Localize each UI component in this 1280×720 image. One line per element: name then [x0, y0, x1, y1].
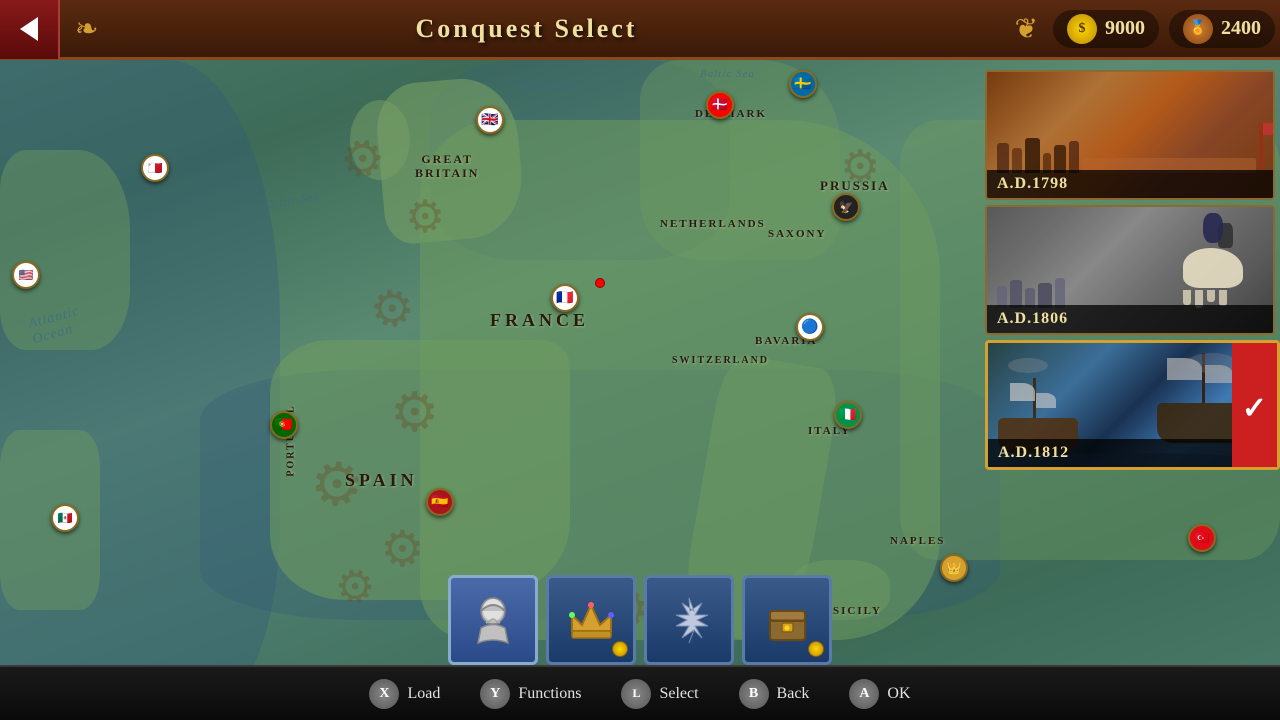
back-label: Back: [777, 685, 810, 703]
y-button[interactable]: Y: [480, 679, 510, 709]
territory-hatch-6: ⚙: [380, 520, 425, 578]
back-button[interactable]: [0, 0, 60, 59]
military-icon: [662, 593, 717, 648]
bottom-control-bar: X Load Y Functions L Select B Back A OK: [0, 665, 1280, 720]
gold-icon: $: [1067, 14, 1097, 44]
scenario-1806[interactable]: A.D.1806: [985, 205, 1275, 335]
control-select: L Select: [621, 679, 698, 709]
marker-red-dot: [595, 278, 605, 288]
military-button[interactable]: [644, 575, 734, 665]
crown-icon: [564, 593, 619, 648]
territory-hatch-2: ⚙: [405, 190, 445, 243]
medal-value: 2400: [1221, 17, 1261, 40]
territory-hatch-5: ⚙: [307, 448, 367, 522]
scenario-1798[interactable]: A.D.1798: [985, 70, 1275, 200]
scenario-1812[interactable]: A.D.1812 ✓: [985, 340, 1280, 470]
load-label: Load: [407, 685, 440, 703]
header-bar: ❧ Conquest Select ❦ $ 9000 🏅 2400: [0, 0, 1280, 60]
x-button[interactable]: X: [369, 679, 399, 709]
celtic-sea-label: Celtic Sea: [264, 190, 320, 211]
page-title: Conquest Select: [53, 14, 999, 44]
marker-denmark[interactable]: 🇩🇰: [706, 91, 734, 119]
territory-hatch-10: ⚙: [840, 140, 880, 193]
scenario-panel: A.D.1798: [980, 65, 1280, 475]
marker-usa[interactable]: 🇺🇸: [12, 261, 40, 289]
gold-value: 9000: [1105, 17, 1145, 40]
a-button[interactable]: A: [849, 679, 879, 709]
commanders-icon: [466, 593, 521, 648]
fleur-right-icon: ❦: [1015, 12, 1038, 46]
ok-label: OK: [887, 685, 910, 703]
marker-turkey[interactable]: 🇹🇷: [1188, 524, 1216, 552]
l-button[interactable]: L: [621, 679, 651, 709]
marker-naples[interactable]: 👑: [940, 554, 968, 582]
functions-label: Functions: [518, 685, 581, 703]
treasury-icon: [760, 593, 815, 648]
medal-currency-block: 🏅 2400: [1169, 10, 1275, 48]
marker-sweden[interactable]: 🇸🇪: [789, 70, 817, 98]
commanders-button[interactable]: [448, 575, 538, 665]
territory-hatch-4: ⚙: [390, 380, 439, 444]
territory-hatch-3: ⚙: [365, 277, 419, 342]
control-load: X Load: [369, 679, 440, 709]
bottom-icon-bar: [448, 575, 832, 665]
control-functions: Y Functions: [480, 679, 581, 709]
marker-spain[interactable]: 🇪🇸: [426, 488, 454, 516]
treasury-badge: [808, 641, 824, 657]
gold-currency-block: $ 9000: [1053, 10, 1159, 48]
scenario-1798-year: A.D.1798: [987, 170, 1273, 198]
marker-italy[interactable]: 🇮🇹: [834, 401, 862, 429]
marker-uk[interactable]: 🇬🇧: [476, 106, 504, 134]
control-ok: A OK: [849, 679, 910, 709]
scenario-1806-year: A.D.1806: [987, 305, 1273, 333]
b-button[interactable]: B: [739, 679, 769, 709]
select-label: Select: [659, 685, 698, 703]
marker-bavaria[interactable]: 🔵: [796, 313, 824, 341]
control-back: B Back: [739, 679, 810, 709]
crown-badge: [612, 641, 628, 657]
treasury-button[interactable]: [742, 575, 832, 665]
back-arrow-icon: [20, 17, 38, 41]
crown-button[interactable]: [546, 575, 636, 665]
marker-malta[interactable]: 🇲🇹: [141, 154, 169, 182]
marker-mexico[interactable]: 🇲🇽: [51, 504, 79, 532]
marker-prussia[interactable]: 🦅: [832, 193, 860, 221]
marker-portugal[interactable]: 🇵🇹: [270, 411, 298, 439]
medal-icon: 🏅: [1183, 14, 1213, 44]
marker-france[interactable]: 🇫🇷: [551, 284, 579, 312]
scenario-selected-checkmark[interactable]: ✓: [1232, 343, 1277, 470]
